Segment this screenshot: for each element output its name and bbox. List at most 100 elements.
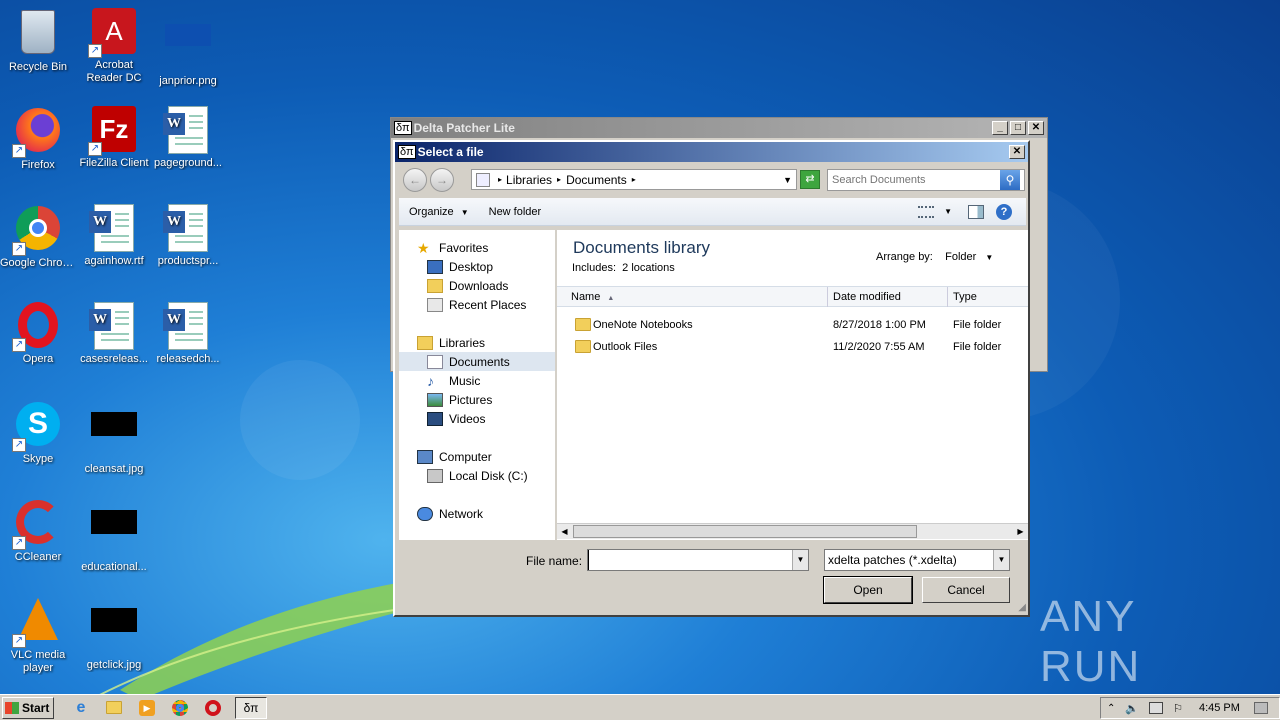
- breadcrumb-libraries[interactable]: Libraries: [506, 173, 552, 187]
- image-file-icon: [90, 510, 138, 558]
- address-bar[interactable]: ▸ Libraries ▸ Documents ▸ ▼: [471, 169, 797, 190]
- volume-icon[interactable]: 🔈: [1125, 702, 1139, 715]
- media-player-taskbar-icon[interactable]: ▶: [136, 697, 158, 719]
- shortcut-arrow-icon: ↗: [12, 536, 26, 550]
- view-dropdown-icon[interactable]: ▼: [944, 207, 952, 216]
- ie-taskbar-icon[interactable]: e: [70, 697, 92, 719]
- content-pane: Documents library Includes: 2 locations …: [557, 230, 1028, 540]
- column-name[interactable]: Name ▲: [557, 287, 828, 307]
- nav-recent-places[interactable]: Recent Places: [427, 295, 526, 314]
- forward-button[interactable]: →: [430, 168, 454, 192]
- new-folder-button[interactable]: New folder: [489, 206, 542, 218]
- locations-link[interactable]: 2 locations: [622, 262, 675, 274]
- close-button[interactable]: ✕: [1028, 121, 1044, 135]
- scroll-thumb[interactable]: [573, 525, 917, 538]
- desktop-icon[interactable]: ↗ Firefox: [0, 106, 76, 172]
- search-box[interactable]: ⚲: [827, 169, 1025, 191]
- dialog-close-button[interactable]: ✕: [1009, 145, 1025, 159]
- opera-taskbar-icon[interactable]: [202, 697, 224, 719]
- desktop-icon[interactable]: Recycle Bin: [0, 8, 76, 74]
- nav-computer[interactable]: Computer: [417, 447, 492, 466]
- file-row[interactable]: Outlook Files 11/2/2020 7:55 AM File folde…: [557, 336, 1028, 358]
- desktop-icon[interactable]: ↗ CCleaner: [0, 498, 76, 564]
- nav-videos[interactable]: Videos: [427, 409, 485, 428]
- word-doc-icon: W: [163, 106, 212, 154]
- show-desktop-button[interactable]: [1253, 702, 1268, 714]
- horizontal-scrollbar[interactable]: ◀ ▶: [557, 523, 1028, 539]
- desktop-icon[interactable]: getclick.jpg: [76, 596, 152, 672]
- file-type-value: xdelta patches (*.xdelta): [828, 553, 957, 567]
- column-type[interactable]: Type: [948, 287, 1028, 307]
- organize-button[interactable]: Organize ▼: [409, 206, 469, 218]
- parent-titlebar[interactable]: δπ Delta Patcher Lite _ □ ✕: [391, 118, 1047, 138]
- breadcrumb-documents[interactable]: Documents: [566, 173, 627, 187]
- documents-icon: [427, 354, 443, 369]
- filename-combo[interactable]: ▼: [587, 549, 809, 571]
- address-dropdown-icon[interactable]: ▼: [783, 175, 792, 185]
- delta-patcher-taskbar-button[interactable]: δπ: [235, 696, 267, 719]
- minimize-button[interactable]: _: [992, 121, 1008, 135]
- system-tray: ⌃ 🔈 ⚐ 4:45 PM: [1100, 697, 1280, 719]
- chrome-taskbar-icon[interactable]: [169, 697, 191, 719]
- network-tray-icon[interactable]: [1149, 702, 1164, 714]
- desktop-icon[interactable]: ↗ Opera: [0, 302, 76, 366]
- desktop-icon[interactable]: A ↗ Acrobat Reader DC: [76, 8, 152, 85]
- arrange-dropdown-icon[interactable]: ▼: [985, 253, 993, 262]
- chrome-icon: ↗: [12, 206, 62, 256]
- desktop-icon[interactable]: Wagainhow.rtf: [76, 204, 152, 268]
- file-row[interactable]: OneNote Notebooks 8/27/2018 1:00 PM File f…: [557, 314, 1028, 336]
- nav-favorites[interactable]: ★ Favorites: [417, 238, 488, 257]
- arrange-by[interactable]: Arrange by: Folder ▼: [876, 251, 993, 263]
- action-center-flag-icon[interactable]: ⚐: [1173, 702, 1183, 715]
- file-type: File folder: [953, 341, 1002, 353]
- resize-grip-icon[interactable]: ◢: [1018, 602, 1026, 613]
- view-options-icon[interactable]: [918, 205, 935, 218]
- explorer-taskbar-icon[interactable]: [103, 697, 125, 719]
- cancel-button[interactable]: Cancel: [922, 577, 1010, 603]
- help-icon[interactable]: ?: [996, 203, 1012, 220]
- desktop-icon[interactable]: ↗ Google Chrome: [0, 204, 76, 270]
- select-file-dialog[interactable]: δπ Select a file ✕ ← → ▸ Libraries ▸ Doc…: [393, 140, 1030, 617]
- desktop-icon[interactable]: Wpageground...: [150, 106, 226, 170]
- scroll-right-button[interactable]: ▶: [1013, 524, 1028, 539]
- desktop-icon[interactable]: janprior.png: [150, 8, 226, 88]
- desktop-icon[interactable]: Wproductspr...: [150, 204, 226, 268]
- refresh-button[interactable]: ⇄: [800, 170, 820, 189]
- column-date[interactable]: Date modified: [828, 287, 948, 307]
- arrange-value[interactable]: Folder: [945, 251, 976, 263]
- desktop-icon[interactable]: S ↗ Skype: [0, 400, 76, 466]
- desktop-icon[interactable]: Fz ↗ FileZilla Client: [76, 106, 152, 170]
- clock[interactable]: 4:45 PM: [1199, 702, 1240, 714]
- dialog-titlebar[interactable]: δπ Select a file ✕: [395, 142, 1028, 162]
- maximize-button[interactable]: □: [1010, 121, 1026, 135]
- search-icon[interactable]: ⚲: [1000, 170, 1020, 190]
- open-button[interactable]: Open: [823, 576, 913, 604]
- file-type-dropdown-icon[interactable]: ▼: [993, 550, 1009, 570]
- nav-libraries[interactable]: Libraries: [417, 333, 485, 352]
- filename-input[interactable]: [588, 550, 792, 570]
- nav-documents[interactable]: Documents: [399, 352, 555, 371]
- tray-expand-icon[interactable]: ⌃: [1107, 703, 1115, 714]
- filename-dropdown-icon[interactable]: ▼: [792, 550, 808, 570]
- back-button[interactable]: ←: [403, 168, 427, 192]
- search-input[interactable]: [828, 174, 1000, 186]
- nav-desktop[interactable]: Desktop: [427, 257, 493, 276]
- start-button[interactable]: Start: [2, 696, 54, 719]
- preview-pane-icon[interactable]: [968, 204, 984, 219]
- nav-downloads[interactable]: Downloads: [427, 276, 508, 295]
- file-name: Outlook Files: [593, 341, 658, 353]
- desktop-icon[interactable]: ↗ VLC media player: [0, 596, 76, 675]
- desktop-icon[interactable]: educational...: [76, 498, 152, 574]
- nav-network[interactable]: Network: [417, 504, 483, 523]
- nav-music[interactable]: ♪ Music: [427, 371, 480, 390]
- shortcut-arrow-icon: ↗: [12, 634, 26, 648]
- scroll-left-button[interactable]: ◀: [557, 524, 572, 539]
- desktop-icon[interactable]: Wcasesreleas...: [76, 302, 152, 366]
- desktop-icon[interactable]: Wreleasedch...: [150, 302, 226, 366]
- desktop-icon[interactable]: cleansat.jpg: [76, 400, 152, 476]
- nav-local-disk[interactable]: Local Disk (C:): [427, 466, 528, 485]
- command-toolbar: Organize ▼ New folder ▼ ?: [399, 198, 1026, 226]
- nav-pictures[interactable]: Pictures: [427, 390, 492, 409]
- file-type-select[interactable]: xdelta patches (*.xdelta) ▼: [824, 549, 1010, 571]
- word-doc-icon: W: [163, 204, 212, 252]
